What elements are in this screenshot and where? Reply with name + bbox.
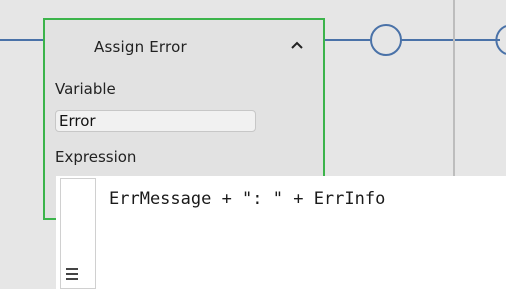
variable-label: Variable [55,80,116,98]
collapse-button[interactable] [286,34,308,56]
chevron-up-icon [291,41,303,49]
node-title: Assign Error [94,38,187,56]
expression-label: Expression [55,148,137,166]
variable-field[interactable]: Error [55,110,256,132]
column-divider [453,0,455,180]
connector-node-circle[interactable] [370,24,402,56]
resize-handle-icon[interactable] [66,268,78,280]
expression-code[interactable]: ErrMessage + ": " + ErrInfo [109,189,385,209]
